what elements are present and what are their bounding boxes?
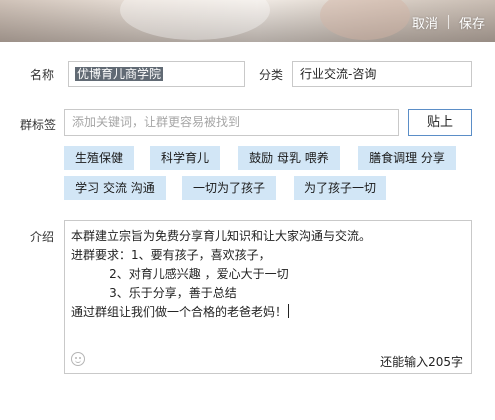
group-profile-editor: 取消 保存 名称 优博育儿商学院 分类 行业交流-咨询 群标签 添加关键词，让群…	[0, 0, 495, 420]
emoji-mouth	[75, 359, 81, 363]
suggested-tag[interactable]: 为了孩子一切	[294, 176, 386, 200]
intro-line: 进群要求：1、要有孩子，喜欢孩子，	[71, 248, 271, 262]
intro-footer: 还能输入205字	[65, 349, 471, 373]
suggested-tag[interactable]: 科学育儿	[150, 146, 220, 170]
intro-label: 介绍	[29, 230, 54, 244]
tags-label: 群标签	[19, 118, 56, 132]
category-field[interactable]: 行业交流-咨询	[292, 61, 472, 87]
tag-input[interactable]: 添加关键词，让群更容易被找到	[64, 109, 399, 136]
save-button[interactable]: 保存	[449, 13, 495, 32]
intro-line: 通过群组让我们做一个合格的老爸老妈！	[71, 305, 288, 319]
intro-text: 本群建立宗旨为免费分享育儿知识和让大家沟通与交流。 进群要求：1、要有孩子，喜欢孩…	[71, 227, 465, 322]
emoji-icon[interactable]	[71, 352, 85, 366]
intro-line: 3、乐于分享，善于总结	[71, 286, 237, 300]
intro-textarea[interactable]: 本群建立宗旨为免费分享育儿知识和让大家沟通与交流。 进群要求：1、要有孩子，喜欢孩…	[64, 220, 472, 374]
remaining-chars-counter: 还能输入205字	[380, 355, 463, 369]
name-value: 优博育儿商学院	[75, 67, 164, 81]
name-label: 名称	[29, 68, 54, 82]
suggested-tag[interactable]: 膳食调理 分享	[358, 146, 456, 170]
intro-line-last: 通过群组让我们做一个合格的老爸老妈！	[71, 303, 465, 322]
header-photo: 取消 保存	[0, 0, 495, 42]
intro-line: 本群建立宗旨为免费分享育儿知识和让大家沟通与交流。	[71, 229, 372, 243]
photo-highlight	[120, 0, 270, 40]
name-field[interactable]: 优博育儿商学院	[68, 61, 245, 87]
header-actions: 取消 保存	[402, 12, 495, 32]
photo-shadow	[320, 0, 410, 40]
suggested-tag[interactable]: 一切为了孩子	[182, 176, 276, 200]
text-caret	[288, 304, 290, 318]
suggested-tag[interactable]: 生殖保健	[64, 146, 134, 170]
tag-input-placeholder: 添加关键词，让群更容易被找到	[72, 115, 241, 129]
category-label: 分类	[258, 68, 283, 82]
intro-line: 2、对育儿感兴趣 ，爱心大于一切	[71, 267, 289, 281]
suggested-tag[interactable]: 鼓励 母乳 喂养	[238, 146, 340, 170]
cancel-button[interactable]: 取消	[402, 13, 448, 32]
suggested-tag[interactable]: 学习 交流 沟通	[64, 176, 166, 200]
post-tag-button[interactable]: 贴上	[408, 109, 472, 136]
